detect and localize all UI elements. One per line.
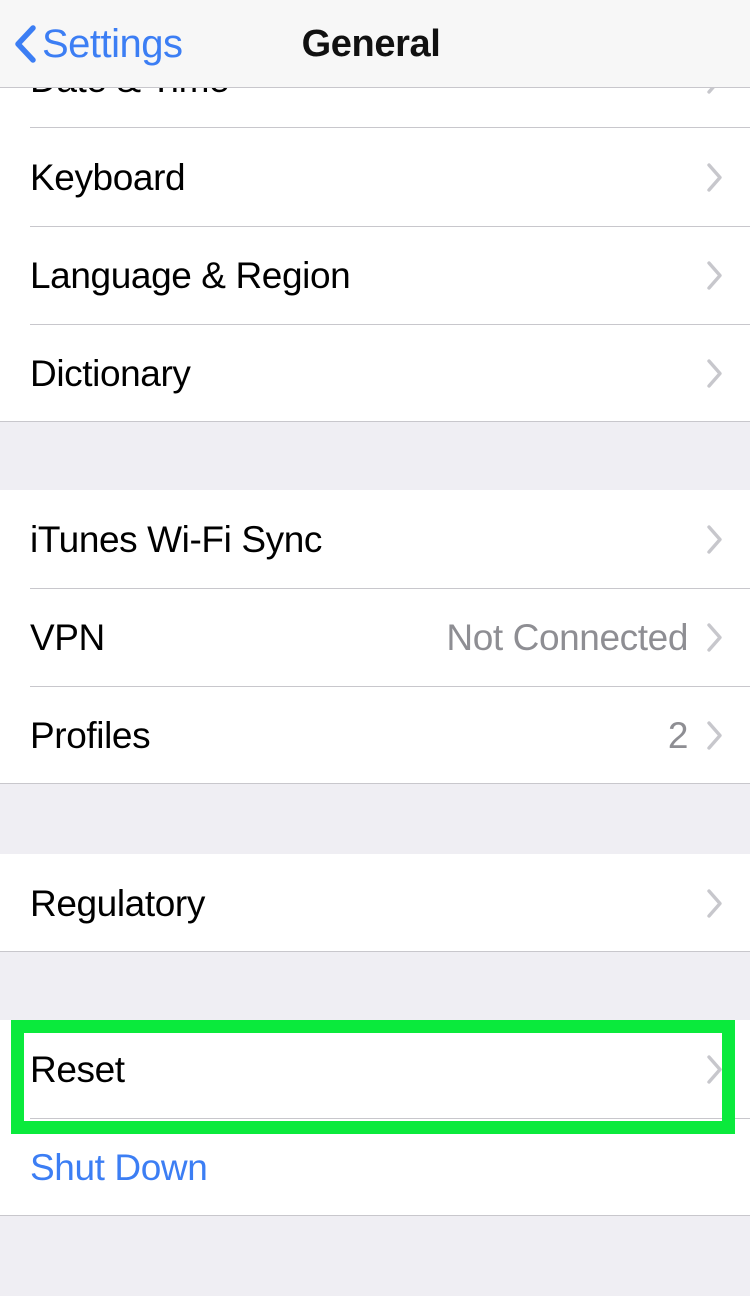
list-item-label: iTunes Wi-Fi Sync [30,521,322,558]
chevron-right-icon [706,1054,724,1085]
row-accessory [706,524,724,555]
row-accessory: Not Connected [446,619,724,656]
list-item-label: Keyboard [30,159,185,196]
group-separator-gap [0,422,750,490]
list-item-detail-value: Not Connected [446,619,688,656]
list-item-label: Regulatory [30,885,205,922]
iphone-settings-general-screen: Settings General Date & Time Keyboard [0,0,750,1296]
chevron-right-icon [706,622,724,653]
row-accessory [706,888,724,919]
chevron-right-icon [706,358,724,389]
bottom-gap [0,1216,750,1296]
row-accessory [706,260,724,291]
chevron-right-icon [706,524,724,555]
group-localization: Keyboard Language & Region Dictionary [0,128,750,422]
list-item-label: Language & Region [30,257,350,294]
row-accessory [706,88,724,95]
list-item-reset[interactable]: Reset [0,1020,750,1118]
list-item-label: Dictionary [30,355,191,392]
row-accessory [706,162,724,193]
list-item-label: Date & Time [30,88,229,98]
page-title: General [0,0,750,88]
group-connectivity: iTunes Wi-Fi Sync VPN Not Connected Prof [0,490,750,784]
list-item-profiles[interactable]: Profiles 2 [0,686,750,784]
group-separator-gap [0,952,750,1020]
list-item-itunes-wifi-sync[interactable]: iTunes Wi-Fi Sync [0,490,750,588]
row-accessory [706,358,724,389]
list-item-detail-value: 2 [668,717,688,754]
list-item-label: Profiles [30,717,150,754]
row-accessory [706,1054,724,1085]
list-item-dictionary[interactable]: Dictionary [0,324,750,422]
list-item-vpn[interactable]: VPN Not Connected [0,588,750,686]
settings-list-scroll-area[interactable]: Date & Time Keyboard Language & Re [0,88,750,1296]
chevron-right-icon [706,720,724,751]
list-item-date-and-time[interactable]: Date & Time [0,88,750,128]
list-item-regulatory[interactable]: Regulatory [0,854,750,952]
list-item-label: Shut Down [30,1149,207,1186]
group-reset: Reset Shut Down [0,1020,750,1216]
navigation-bar: Settings General [0,0,750,88]
chevron-right-icon [706,260,724,291]
list-item-label: VPN [30,619,105,656]
chevron-right-icon [706,162,724,193]
list-item-shut-down[interactable]: Shut Down [0,1118,750,1216]
list-item-label: Reset [30,1051,125,1088]
group-separator-gap [0,784,750,854]
chevron-right-icon [706,88,724,95]
group-regulatory: Regulatory [0,854,750,952]
list-item-keyboard[interactable]: Keyboard [0,128,750,226]
chevron-right-icon [706,888,724,919]
row-accessory: 2 [668,717,724,754]
list-item-language-and-region[interactable]: Language & Region [0,226,750,324]
